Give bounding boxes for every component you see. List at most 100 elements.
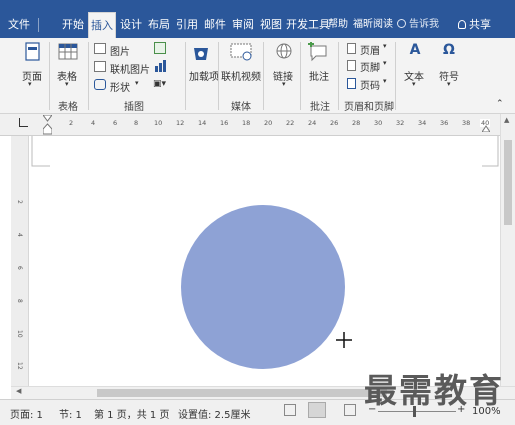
ruler-tick: 2: [69, 119, 74, 127]
ruler-tick: 18: [242, 119, 251, 127]
circle-shape[interactable]: [181, 205, 345, 369]
chevron-down-icon: ▾: [383, 77, 387, 85]
ribbon-insert: 页面 ▾ 表格 ▾ 表格 图片 联机图片 形状 ▾ ▣▾ 插图 加载项 联机视频…: [0, 38, 515, 114]
tab-file[interactable]: 文件: [2, 12, 36, 38]
print-layout-icon[interactable]: [308, 402, 326, 418]
ruler-tick: 30: [374, 119, 383, 127]
status-settings[interactable]: 设置值: 2.5厘米: [178, 406, 250, 421]
group-label-comments: 批注: [310, 102, 330, 113]
ruler-tick: 24: [308, 119, 317, 127]
tab-insert[interactable]: 插入: [88, 12, 116, 38]
ruler-tick: 6: [113, 119, 118, 127]
tab-selector-icon[interactable]: [19, 118, 28, 127]
watermark-logo: 最需教育: [364, 371, 504, 410]
table-icon: [58, 43, 78, 60]
online-picture-label: 联机图片: [110, 65, 150, 76]
vertical-scroll-thumb[interactable]: [504, 140, 512, 225]
vruler-tick: 8: [16, 299, 23, 303]
vertical-scrollbar[interactable]: ▲: [500, 114, 515, 386]
share-button[interactable]: 共享: [458, 12, 491, 38]
vruler-tick: 4: [16, 233, 23, 237]
vertical-ruler[interactable]: 2 4 6 8 10 12: [11, 136, 29, 386]
ruler-tick: 4: [91, 119, 96, 127]
tab-home[interactable]: 开始: [60, 12, 86, 38]
footer-label: 页脚: [360, 63, 380, 74]
group-label-illustrations: 插图: [124, 102, 144, 113]
tab-layout[interactable]: 布局: [146, 12, 172, 38]
tab-references[interactable]: 引用: [174, 12, 200, 38]
tab-design[interactable]: 设计: [118, 12, 144, 38]
shapes-icon: [94, 79, 106, 90]
group-divider: [300, 42, 301, 110]
search-label: 告诉我: [409, 19, 439, 30]
person-icon: [458, 20, 466, 29]
margin-corner-right: [482, 136, 499, 167]
page-number-label: 页码: [360, 81, 380, 92]
group-divider: [185, 42, 186, 110]
web-layout-icon[interactable]: [344, 404, 356, 416]
group-divider: [88, 42, 89, 110]
ruler-tick: 26: [330, 119, 339, 127]
scroll-left-icon[interactable]: ◀: [16, 387, 21, 395]
link-globe-icon: [276, 43, 292, 59]
ruler-tick: 38: [462, 119, 471, 127]
comment-icon: [308, 42, 327, 62]
online-video-label: 联机视频: [221, 72, 261, 83]
ruler-tick: 14: [198, 119, 207, 127]
document-canvas[interactable]: [30, 136, 500, 386]
group-label-header-footer: 页眉和页脚: [344, 102, 394, 113]
tab-developer[interactable]: 开发工具: [286, 12, 330, 38]
vruler-tick: 6: [16, 266, 23, 270]
read-mode-icon[interactable]: [284, 404, 296, 416]
chevron-down-icon: ▾: [135, 79, 139, 87]
chart-icon[interactable]: [154, 60, 168, 75]
ruler-tick: 16: [220, 119, 229, 127]
status-page-count[interactable]: 第 1 页，共 1 页: [94, 406, 169, 421]
tell-me-search[interactable]: 告诉我: [397, 12, 439, 38]
ruler-tick: 10: [154, 119, 163, 127]
online-picture-icon: [94, 61, 106, 72]
search-icon: [397, 19, 406, 28]
vruler-tick: 2: [16, 200, 23, 204]
page-number-icon: [347, 78, 356, 89]
ruler-tick: 20: [264, 119, 273, 127]
collapse-ribbon-icon[interactable]: ⌃: [496, 99, 504, 109]
tab-divider: [38, 18, 39, 32]
tab-mailings[interactable]: 邮件: [202, 12, 228, 38]
tab-foxit[interactable]: 福昕阅读: [351, 12, 395, 38]
status-section[interactable]: 节: 1: [59, 406, 82, 421]
chevron-down-icon: ▾: [412, 80, 416, 88]
store-icon: [194, 48, 208, 60]
group-label-table: 表格: [58, 102, 78, 113]
addins-label: 加载项: [189, 72, 219, 83]
tab-review[interactable]: 审阅: [230, 12, 256, 38]
shapes-label: 形状: [110, 83, 130, 94]
tab-help[interactable]: 帮助: [326, 12, 350, 38]
indent-marker-icon[interactable]: [42, 114, 53, 135]
page-svg: [31, 136, 499, 369]
ruler-tick: 28: [352, 119, 361, 127]
ruler-ticks: 2 4 6 8 10 12 14 16 18 20 22 24 26 28 30…: [60, 114, 500, 136]
group-label-media: 媒体: [231, 102, 251, 113]
footer-icon: [347, 60, 356, 71]
crosshair-cursor-icon: [336, 332, 352, 348]
group-divider: [338, 42, 339, 110]
picture-icon: [94, 43, 106, 54]
right-indent-marker-icon[interactable]: [481, 122, 491, 133]
group-divider: [49, 42, 50, 110]
scroll-up-icon[interactable]: ▲: [504, 116, 509, 124]
horizontal-ruler[interactable]: 2 4 6 8 10 12 14 16 18 20 22 24 26 28 30…: [0, 114, 515, 136]
tab-view[interactable]: 视图: [258, 12, 284, 38]
horizontal-scroll-thumb[interactable]: [97, 389, 387, 397]
chevron-down-icon: ▾: [383, 59, 387, 67]
chevron-down-icon: ▾: [28, 80, 32, 88]
ruler-tick: 34: [418, 119, 427, 127]
ruler-tick: 36: [440, 119, 449, 127]
smartart-icon[interactable]: [154, 42, 166, 54]
status-page[interactable]: 页面: 1: [10, 406, 43, 421]
page-icon: [25, 42, 40, 61]
group-divider: [395, 42, 396, 110]
comment-label: 批注: [309, 72, 329, 83]
screenshot-icon[interactable]: ▣▾: [153, 79, 166, 89]
margin-corner-left: [31, 136, 50, 167]
